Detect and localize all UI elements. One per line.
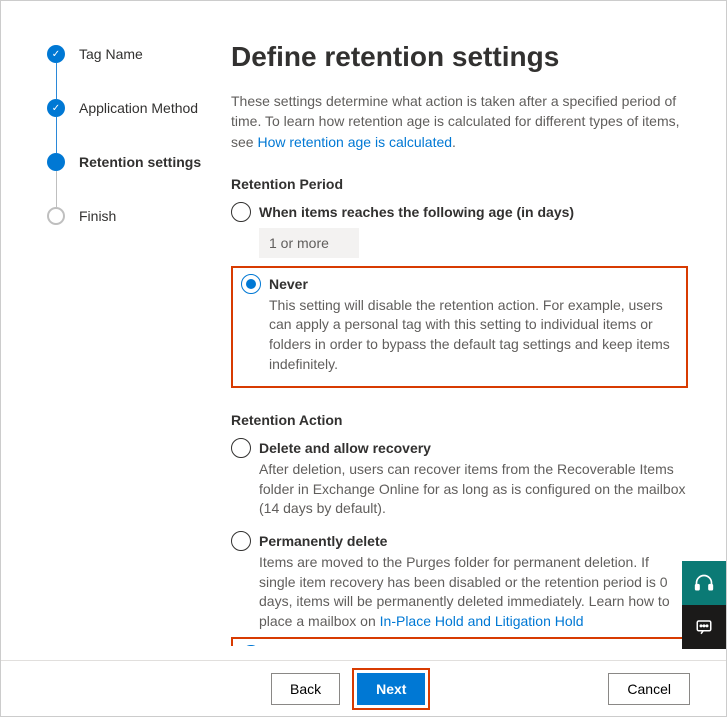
chat-icon[interactable] (682, 605, 726, 649)
step-label: Tag Name (79, 45, 143, 63)
radio-label[interactable]: Delete and allow recovery (259, 438, 688, 458)
headset-icon[interactable] (682, 561, 726, 605)
back-button[interactable]: Back (271, 673, 340, 705)
step-connector (56, 63, 58, 99)
page-title: Define retention settings (231, 41, 688, 73)
option-permanently-delete: Permanently delete Items are moved to th… (231, 531, 688, 631)
section-title-period: Retention Period (231, 176, 688, 192)
step-label: Retention settings (79, 153, 201, 171)
radio-move-archive[interactable] (241, 645, 261, 646)
help-dock (682, 561, 726, 649)
age-input-wrap (259, 228, 688, 258)
step-retention-settings[interactable]: Retention settings (47, 153, 231, 171)
highlight-next: Next (352, 668, 430, 710)
radio-desc: After deletion, users can recover items … (259, 460, 688, 519)
radio-permanently-delete[interactable] (231, 531, 251, 551)
intro-suffix: . (452, 134, 456, 150)
highlight-never: Never This setting will disable the rete… (231, 266, 688, 388)
pending-step-icon (47, 207, 65, 225)
option-when-age: When items reaches the following age (in… (231, 202, 688, 222)
radio-desc: This setting will disable the retention … (269, 296, 678, 374)
active-step-icon (47, 153, 65, 171)
step-connector (56, 171, 58, 207)
radio-label[interactable]: Never (269, 274, 678, 294)
radio-label[interactable]: When items reaches the following age (in… (259, 202, 688, 222)
option-move-archive: Move item to archive Items will be moved… (241, 645, 678, 646)
step-finish[interactable]: Finish (47, 207, 231, 225)
link-inplace-hold[interactable]: In-Place Hold and Litigation Hold (380, 613, 584, 629)
cancel-button[interactable]: Cancel (608, 673, 690, 705)
age-days-input[interactable] (259, 228, 359, 258)
step-application-method[interactable]: ✓ Application Method (47, 99, 231, 117)
radio-never[interactable] (241, 274, 261, 294)
retention-period-group: When items reaches the following age (in… (231, 202, 688, 388)
section-title-action: Retention Action (231, 412, 688, 428)
step-label: Application Method (79, 99, 198, 117)
next-button[interactable]: Next (357, 673, 425, 705)
radio-label[interactable]: Permanently delete (259, 531, 688, 551)
option-delete-recover: Delete and allow recovery After deletion… (231, 438, 688, 519)
check-icon: ✓ (47, 45, 65, 63)
radio-label[interactable]: Move item to archive (269, 645, 678, 646)
main-panel: Define retention settings These settings… (231, 1, 726, 646)
wizard-footer: Back Next Cancel (1, 660, 726, 716)
step-connector (56, 117, 58, 153)
radio-desc: Items are moved to the Purges folder for… (259, 553, 688, 631)
step-tag-name[interactable]: ✓ Tag Name (47, 45, 231, 63)
intro-text: These settings determine what action is … (231, 91, 688, 152)
check-icon: ✓ (47, 99, 65, 117)
step-label: Finish (79, 207, 116, 225)
retention-action-group: Delete and allow recovery After deletion… (231, 438, 688, 646)
highlight-move-archive: Move item to archive Items will be moved… (231, 637, 688, 646)
radio-delete-recover[interactable] (231, 438, 251, 458)
radio-when-age[interactable] (231, 202, 251, 222)
option-never: Never This setting will disable the rete… (241, 274, 678, 374)
wizard-stepper: ✓ Tag Name ✓ Application Method Retentio… (1, 1, 231, 646)
link-retention-age-calc[interactable]: How retention age is calculated (257, 134, 452, 150)
